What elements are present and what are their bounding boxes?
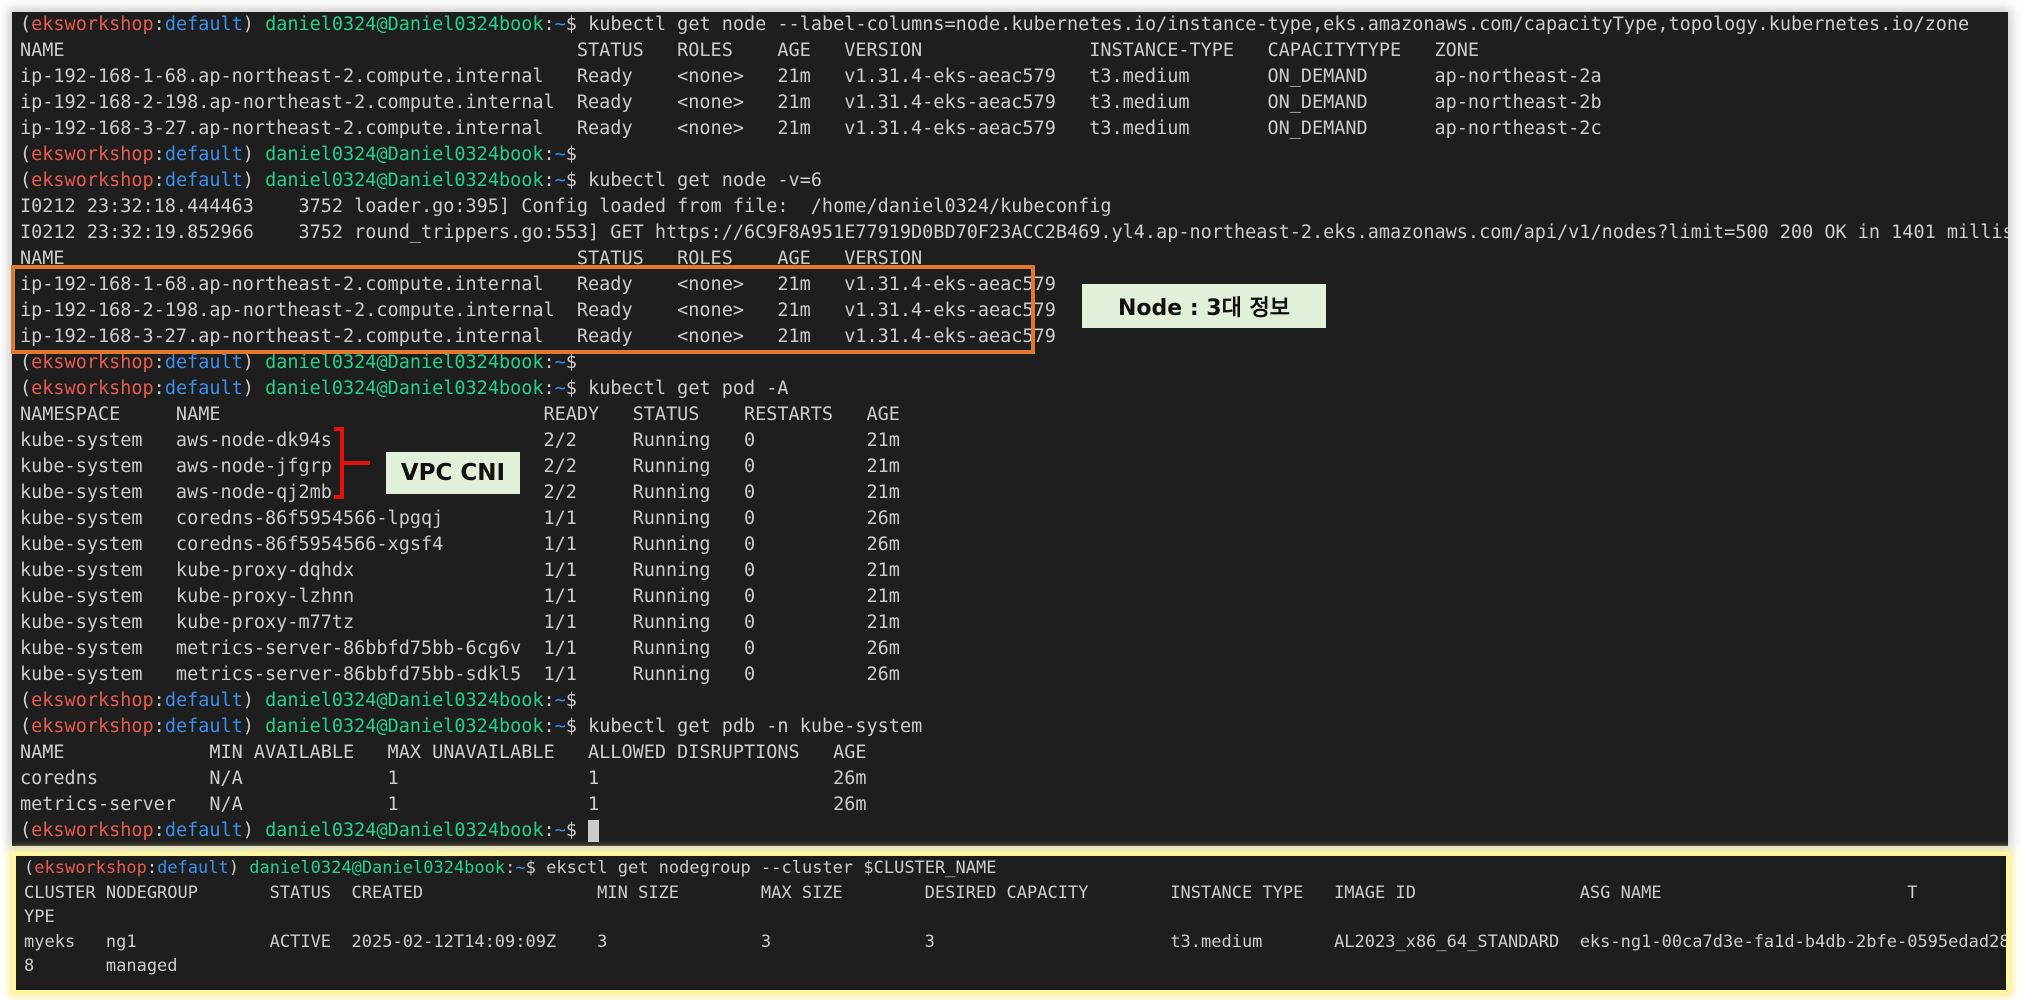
prompt-path: ~ [554, 144, 566, 165]
output-line: 8 managed [24, 956, 178, 976]
output-line: myeks ng1 ACTIVE 2025-02-12T14:09:09Z 3 … [24, 931, 2010, 952]
output-line: kube-system kube-proxy-lzhnn 1/1 Running… [20, 586, 900, 607]
prompt-user-host: daniel0324@Daniel0324book [265, 690, 544, 711]
prompt-path: ~ [554, 690, 566, 711]
prompt-venv: eksworkshop [31, 378, 154, 399]
prompt-namespace: default [157, 858, 229, 878]
cursor [588, 820, 600, 842]
prompt-venv: eksworkshop [31, 170, 154, 191]
output-line: kube-system kube-proxy-dqhdx 1/1 Running… [20, 560, 900, 581]
output-line: I0212 23:32:19.852966 3752 round_tripper… [20, 222, 2008, 243]
output-line: NAME STATUS ROLES AGE VERSION INSTANCE-T… [20, 40, 1480, 61]
prompt-user-host: daniel0324@Daniel0324book [265, 378, 544, 399]
prompt-path: ~ [554, 352, 566, 373]
prompt-line: (eksworkshop:default) daniel0324@Daniel0… [20, 378, 789, 399]
prompt-namespace: default [164, 820, 243, 841]
terminal-window-nodegroup[interactable]: (eksworkshop:default) daniel0324@Daniel0… [12, 852, 2010, 994]
output-line: metrics-server N/A 1 1 26m [20, 794, 867, 815]
prompt-line: (eksworkshop:default) daniel0324@Daniel0… [24, 858, 997, 878]
prompt-line: (eksworkshop:default) daniel0324@Daniel0… [12, 818, 2008, 844]
output-line: ip-192-168-3-27.ap-northeast-2.compute.i… [20, 118, 1602, 139]
command-text: eksctl get nodegroup --cluster $CLUSTER_… [546, 858, 997, 878]
output-line: ip-192-168-2-198.ap-northeast-2.compute.… [20, 92, 1602, 113]
output-line: kube-system metrics-server-86bbfd75bb-6c… [20, 638, 900, 659]
prompt-line: (eksworkshop:default) daniel0324@Daniel0… [20, 144, 589, 165]
prompt-venv: eksworkshop [31, 716, 154, 737]
prompt-path: ~ [554, 716, 566, 737]
prompt-line: (eksworkshop:default) daniel0324@Daniel0… [20, 716, 923, 737]
output-line: kube-system aws-node-dk94s 2/2 Running 0… [20, 430, 900, 451]
output-line: kube-system metrics-server-86bbfd75bb-sd… [20, 664, 900, 685]
output-line: kube-system aws-node-jfgrp 2/2 Running 0… [20, 456, 900, 477]
prompt-namespace: default [164, 14, 243, 35]
prompt-user-host: daniel0324@Daniel0324book [265, 170, 544, 191]
output-line: kube-system kube-proxy-m77tz 1/1 Running… [20, 612, 900, 633]
output-line: kube-system coredns-86f5954566-xgsf4 1/1… [20, 534, 900, 555]
output-line: NAMESPACE NAME READY STATUS RESTARTS AGE [20, 404, 900, 425]
prompt-venv: eksworkshop [31, 144, 154, 165]
prompt-line: (eksworkshop:default) daniel0324@Daniel0… [20, 690, 589, 711]
prompt-line: (eksworkshop:default) daniel0324@Daniel0… [20, 170, 822, 191]
prompt-namespace: default [164, 352, 243, 373]
prompt-namespace: default [164, 690, 243, 711]
output-line: YPE [24, 907, 55, 927]
nodes-highlight-box [11, 265, 1035, 354]
command-text: kubectl get pdb -n kube-system [588, 716, 923, 737]
prompt-line: (eksworkshop:default) daniel0324@Daniel0… [20, 14, 1970, 35]
output-line: CLUSTER NODEGROUP STATUS CREATED MIN SIZ… [24, 882, 1918, 903]
prompt-user-host: daniel0324@Daniel0324book [265, 820, 544, 841]
prompt-venv: eksworkshop [31, 690, 154, 711]
node-callout-label: Node : 3대 정보 [1082, 284, 1326, 328]
prompt-path: ~ [554, 14, 566, 35]
output-line: ip-192-168-1-68.ap-northeast-2.compute.i… [20, 66, 1602, 87]
prompt-user-host: daniel0324@Daniel0324book [249, 858, 506, 878]
prompt-namespace: default [164, 144, 243, 165]
prompt-user-host: daniel0324@Daniel0324book [265, 352, 544, 373]
prompt-namespace: default [164, 716, 243, 737]
prompt-path: ~ [554, 170, 566, 191]
prompt-venv: eksworkshop [31, 14, 154, 35]
prompt-venv: eksworkshop [31, 352, 154, 373]
prompt-namespace: default [164, 378, 243, 399]
command-text: kubectl get pod -A [588, 378, 789, 399]
prompt-path: ~ [515, 858, 526, 878]
prompt-path: ~ [554, 820, 566, 841]
prompt-user-host: daniel0324@Daniel0324book [265, 716, 544, 737]
vpc-cni-callout-label: VPC CNI [386, 452, 520, 494]
prompt-path: ~ [554, 378, 566, 399]
output-line: kube-system coredns-86f5954566-lpgqj 1/1… [20, 508, 900, 529]
command-text: kubectl get node -v=6 [588, 170, 822, 191]
output-line: NAME MIN AVAILABLE MAX UNAVAILABLE ALLOW… [20, 742, 867, 763]
prompt-venv: eksworkshop [31, 820, 154, 841]
output-line: coredns N/A 1 1 26m [20, 768, 867, 789]
prompt-venv: eksworkshop [34, 858, 147, 878]
terminal-window-main[interactable]: (eksworkshop:default) daniel0324@Daniel0… [12, 12, 2008, 846]
output-line: kube-system aws-node-qj2mb 2/2 Running 0… [20, 482, 900, 503]
bracket-icon [334, 427, 370, 499]
prompt-user-host: daniel0324@Daniel0324book [265, 144, 544, 165]
output-line: I0212 23:32:18.444463 3752 loader.go:395… [20, 196, 1112, 217]
prompt-user-host: daniel0324@Daniel0324book [265, 14, 544, 35]
command-text: kubectl get node --label-columns=node.ku… [588, 14, 1970, 35]
prompt-namespace: default [164, 170, 243, 191]
